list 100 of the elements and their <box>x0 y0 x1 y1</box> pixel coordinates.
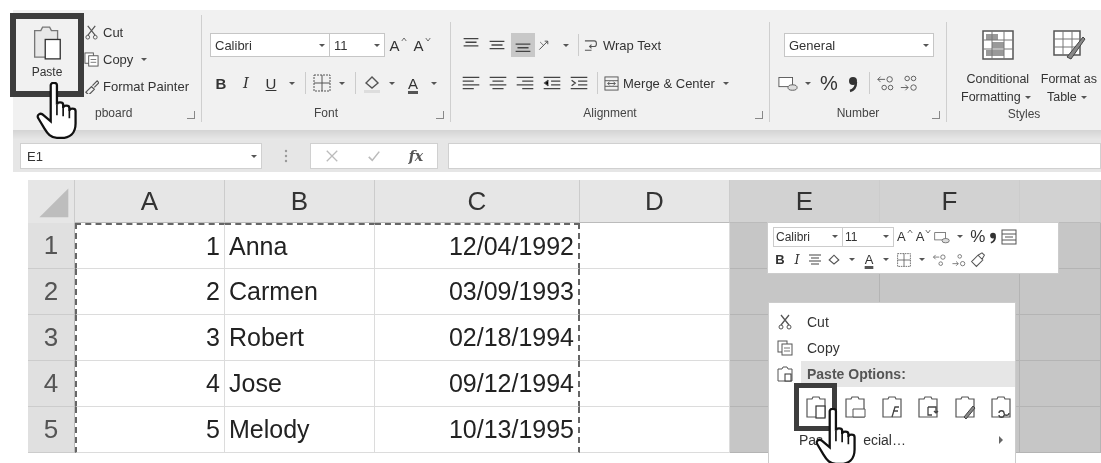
formula-input[interactable] <box>448 143 1101 169</box>
row-header[interactable]: 4 <box>28 361 75 407</box>
table-cell: 5 <box>75 407 225 453</box>
dialog-launcher-icon[interactable] <box>755 111 763 119</box>
column-header[interactable]: A <box>75 180 225 223</box>
caret-icon <box>374 43 380 47</box>
column-header[interactable]: C <box>375 180 580 223</box>
font-color-button[interactable]: A <box>862 252 876 267</box>
merge-center-button[interactable]: Merge & Center <box>604 72 733 94</box>
column-header[interactable]: B <box>225 180 375 223</box>
ribbon-small-button[interactable]: Format Painter <box>84 75 189 97</box>
font-style-button[interactable]: B <box>210 74 232 92</box>
decrease-decimal-icon[interactable] <box>899 73 919 93</box>
group-label: Font <box>314 106 338 120</box>
table-cell: Robert <box>225 315 375 361</box>
ribbon-small-button[interactable]: Copy <box>84 48 189 70</box>
merge-cells-icon[interactable] <box>1001 228 1018 245</box>
row-header[interactable]: 3 <box>28 315 75 361</box>
increase-decimal-icon[interactable] <box>932 251 948 268</box>
submenu-arrow-icon <box>999 436 1003 444</box>
paste-button[interactable]: Paste <box>16 19 78 91</box>
vertical-align-icon[interactable] <box>511 33 535 57</box>
shrink-font-button[interactable]: A <box>411 36 433 54</box>
font-name-dropdown[interactable]: Calibri <box>210 33 330 57</box>
table-cell: 02/18/1994 <box>375 315 580 361</box>
caret-icon <box>339 81 345 85</box>
clipboard-icon <box>952 395 977 419</box>
font-style-button[interactable]: U <box>260 74 282 92</box>
caret-icon <box>849 258 855 261</box>
table-brush-icon <box>1051 30 1086 60</box>
table-cell: 3 <box>75 315 225 361</box>
row-header[interactable]: 2 <box>28 269 75 315</box>
row-header[interactable]: 5 <box>28 407 75 453</box>
merge-cells-icon <box>604 75 619 91</box>
caret-icon <box>957 235 964 238</box>
styles-button[interactable]: Format as Table <box>1040 30 1097 106</box>
ribbon-small-button[interactable]: Cut <box>84 21 189 43</box>
name-box[interactable]: E1 <box>20 143 262 169</box>
table-cell: 2 <box>75 269 225 315</box>
copy-icon <box>777 340 793 356</box>
scissors-icon <box>777 314 793 330</box>
font-style-button[interactable]: I <box>235 74 257 92</box>
font-size-dropdown[interactable]: 11 <box>329 33 385 57</box>
paintbrush-icon[interactable] <box>970 251 986 268</box>
row-header[interactable]: 1 <box>28 223 75 269</box>
conditional-formatting-icon <box>980 30 1015 60</box>
borders-icon[interactable] <box>896 251 912 268</box>
drag-handle-icon[interactable] <box>284 148 288 164</box>
caret-icon <box>1024 96 1031 100</box>
percent-style-button[interactable]: % <box>818 71 840 95</box>
clipboard-icon <box>777 366 793 382</box>
borders-icon[interactable] <box>312 73 332 93</box>
decrease-decimal-icon[interactable] <box>951 251 967 268</box>
increase-decimal-icon[interactable] <box>876 73 896 93</box>
group-label: Number <box>836 106 880 120</box>
paintbrush-icon <box>84 78 99 94</box>
wrap-text-icon <box>584 37 599 53</box>
group-label: pboard <box>95 106 133 120</box>
menu-item[interactable]: Cut <box>769 309 1015 335</box>
caret-icon <box>883 235 889 238</box>
caret-icon <box>289 81 295 85</box>
caret-icon <box>832 235 838 238</box>
table-cell: 10/13/1995 <box>375 407 580 453</box>
column-header[interactable]: E <box>730 180 880 223</box>
checkmark-icon[interactable] <box>366 149 381 163</box>
font-name-dropdown[interactable]: Calibri <box>773 226 843 247</box>
table-cell: 1 <box>75 223 225 269</box>
grow-font-button[interactable]: A <box>897 229 913 244</box>
caret-icon <box>919 258 925 261</box>
dialog-launcher-icon[interactable] <box>187 111 195 119</box>
clipboard-icon <box>843 395 868 419</box>
font-size-dropdown[interactable]: 11 <box>842 226 894 247</box>
table-cell: 12/04/1992 <box>375 223 580 269</box>
dialog-launcher-icon[interactable] <box>436 111 444 119</box>
clipboard-icon <box>916 395 941 419</box>
caret-icon <box>389 81 395 85</box>
font-color-button[interactable]: A <box>402 74 424 92</box>
insert-function-button[interactable]: fx <box>408 148 424 164</box>
styles-button[interactable]: Conditional Formatting <box>961 30 1035 106</box>
caret-icon <box>883 258 889 261</box>
group-label: Alignment <box>583 106 637 120</box>
dialog-launcher-icon[interactable] <box>932 111 940 119</box>
number-format-dropdown[interactable]: General <box>784 33 934 57</box>
shrink-font-button[interactable]: A <box>915 229 932 244</box>
copy-icon <box>84 51 99 67</box>
table-cell: Anna <box>225 223 375 269</box>
wrap-text-button[interactable]: Wrap Text <box>584 34 662 56</box>
scissors-icon <box>84 24 99 40</box>
group-label: Styles <box>1007 107 1041 121</box>
grow-font-button[interactable]: A <box>387 36 409 54</box>
percent-style-button[interactable]: % <box>970 226 986 247</box>
bold-button[interactable]: B <box>773 252 787 267</box>
caret-icon <box>722 81 729 85</box>
column-header[interactable]: F <box>880 180 1020 223</box>
column-header[interactable]: D <box>580 180 730 223</box>
italic-button[interactable]: I <box>790 252 804 267</box>
menu-item[interactable]: Copy <box>769 335 1015 361</box>
caret-icon <box>319 43 325 47</box>
table-cell: Carmen <box>225 269 375 315</box>
caret-icon <box>923 43 929 47</box>
